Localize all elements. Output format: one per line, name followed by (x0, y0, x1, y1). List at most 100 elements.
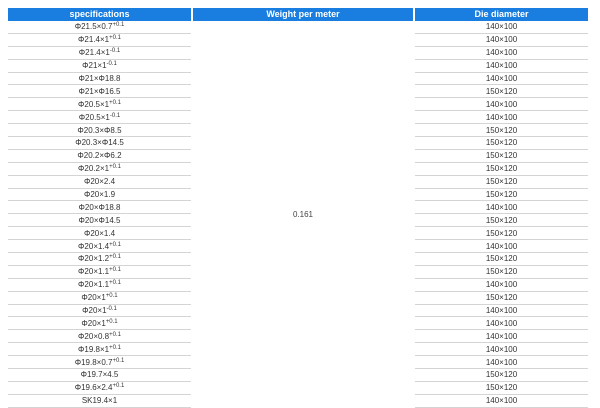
spec-cell: Φ19.8×0.7+0.1 (8, 356, 191, 370)
spec-cell: Φ20×1+0.1 (8, 317, 191, 331)
die-diameter-cell: 140×100 (415, 279, 588, 292)
die-diameter-cell: 140×100 (415, 21, 588, 34)
spec-tolerance: -0.1 (106, 61, 117, 68)
spec-cell: Φ21.5×0.7+0.1 (8, 21, 191, 34)
spec-value: Φ20×Φ18.8 (78, 202, 121, 212)
spec-table-container: specifications Weight per meter Die diam… (6, 8, 588, 408)
header-row: specifications Weight per meter Die diam… (8, 8, 588, 21)
spec-value: Φ19.8×1 (78, 344, 110, 354)
table-body: Φ21.5×0.7+0.1 0.161 140×100 Φ21.4×1+0.1 140×… (8, 21, 588, 408)
die-diameter-cell: 140×100 (415, 73, 588, 86)
spec-value: Φ21×1 (82, 61, 107, 71)
header-specifications: specifications (8, 8, 191, 21)
spec-tolerance: +0.1 (109, 99, 121, 106)
spec-value: Φ19.7×4.5 (80, 370, 119, 380)
spec-cell: Φ20.5×1-0.1 (8, 111, 191, 125)
die-diameter-cell: 140×100 (415, 240, 588, 254)
spec-cell: Φ20×Φ14.5 (8, 214, 191, 228)
spec-value: Φ21×Φ18.8 (78, 74, 121, 83)
die-diameter-cell: 140×100 (415, 47, 588, 60)
spec-cell: Φ20.3×Φ8.5 (8, 124, 191, 138)
die-diameter-cell: 140×100 (415, 356, 588, 370)
spec-cell: Φ20×Φ18.8 (8, 201, 191, 215)
header-die-diameter: Die diameter (415, 8, 588, 21)
die-diameter-cell: 150×120 (415, 214, 588, 228)
spec-value: Φ20×1.9 (83, 190, 116, 200)
spec-value: Φ20×1 (81, 318, 106, 328)
header-weight-per-meter: Weight per meter (193, 8, 413, 21)
spec-cell: Φ20.3×Φ14.5 (8, 137, 191, 150)
specifications-table: specifications Weight per meter Die diam… (6, 8, 590, 408)
spec-value: Φ20×1.4 (83, 228, 116, 238)
die-diameter-cell: 150×120 (415, 124, 588, 138)
die-diameter-cell: 140×100 (415, 343, 588, 357)
spec-tolerance: +0.1 (105, 293, 118, 300)
spec-cell: Φ20.2×1+0.1 (8, 163, 191, 176)
die-diameter-cell: 150×120 (415, 227, 588, 241)
spec-value: Φ20×1 (81, 293, 106, 303)
spec-cell: Φ20×1.9 (8, 189, 191, 202)
spec-cell: Φ19.8×1+0.1 (8, 343, 191, 357)
die-diameter-cell: 150×120 (415, 150, 588, 163)
spec-value: Φ20×Φ14.5 (78, 215, 121, 225)
spec-tolerance: +0.1 (109, 241, 121, 248)
spec-cell: Φ20×2.4 (8, 176, 191, 189)
spec-value: Φ19.6×2.4 (74, 383, 113, 393)
die-diameter-cell: 140×100 (415, 317, 588, 331)
spec-cell: Φ21×Φ18.8 (8, 73, 191, 86)
spec-tolerance: +0.1 (112, 357, 125, 364)
spec-cell: Φ21.4×1-0.1 (8, 47, 191, 60)
spec-value: Φ20.5×1 (78, 112, 110, 122)
spec-value: Φ19.8×0.7 (74, 357, 113, 367)
table-header: specifications Weight per meter Die diam… (8, 8, 588, 21)
spec-tolerance: -0.1 (109, 112, 121, 119)
spec-cell: SK19.4×1 (8, 395, 191, 408)
spec-cell: Φ20.2×Φ6.2 (8, 150, 191, 163)
spec-value: SK19.4×1 (81, 396, 118, 406)
die-diameter-cell: 140×100 (415, 201, 588, 215)
spec-tolerance: +0.1 (109, 35, 121, 42)
die-diameter-cell: 150×120 (415, 176, 588, 189)
spec-value: Φ20×0.8 (78, 331, 110, 341)
spec-value: Φ21.4×1 (78, 48, 110, 58)
spec-tolerance: -0.1 (106, 306, 117, 313)
spec-tolerance: +0.1 (105, 318, 118, 325)
die-diameter-cell: 140×100 (415, 111, 588, 125)
die-diameter-cell: 150×120 (415, 266, 588, 279)
die-diameter-cell: 140×100 (415, 395, 588, 408)
spec-cell: Φ20×0.8+0.1 (8, 330, 191, 344)
spec-cell: Φ20×1-0.1 (8, 305, 191, 318)
die-diameter-cell: 140×100 (415, 98, 588, 112)
spec-tolerance: +0.1 (109, 344, 121, 351)
spec-cell: Φ20×1.1+0.1 (8, 266, 191, 279)
spec-value: Φ21×Φ16.5 (78, 86, 121, 96)
die-diameter-cell: 150×120 (415, 292, 588, 305)
spec-tolerance: +0.1 (109, 254, 121, 261)
spec-value: Φ20×1.4 (78, 241, 110, 251)
spec-cell: Φ20×1+0.1 (8, 292, 191, 305)
spec-cell: Φ21×Φ16.5 (8, 85, 191, 99)
spec-tolerance: +0.1 (109, 331, 121, 338)
spec-cell: Φ20×1.2+0.1 (8, 253, 191, 266)
die-diameter-cell: 150×120 (415, 382, 588, 395)
spec-cell: Φ20×1.4+0.1 (8, 240, 191, 254)
die-diameter-cell: 150×120 (415, 163, 588, 176)
spec-tolerance: +0.1 (112, 383, 125, 390)
spec-cell: Φ20×1.1+0.1 (8, 279, 191, 292)
spec-tolerance: +0.1 (109, 280, 121, 287)
die-diameter-cell: 140×100 (415, 34, 588, 47)
die-diameter-cell: 140×100 (415, 330, 588, 344)
spec-value: Φ20×1.1 (78, 280, 110, 290)
die-diameter-cell: 150×120 (415, 137, 588, 150)
spec-value: Φ20.3×Φ8.5 (77, 125, 122, 135)
die-diameter-cell: 140×100 (415, 60, 588, 73)
spec-value: Φ20×1 (82, 306, 107, 316)
table-row: Φ21.5×0.7+0.1 0.161 140×100 (8, 21, 588, 219)
spec-tolerance: -0.1 (109, 48, 121, 55)
die-diameter-cell: 140×100 (415, 305, 588, 318)
spec-value: Φ20×1.2 (78, 254, 110, 264)
spec-tolerance: +0.1 (109, 164, 121, 171)
spec-cell: Φ21.4×1+0.1 (8, 34, 191, 47)
spec-cell: Φ21×1-0.1 (8, 60, 191, 73)
spec-cell: Φ20×1.4 (8, 227, 191, 241)
